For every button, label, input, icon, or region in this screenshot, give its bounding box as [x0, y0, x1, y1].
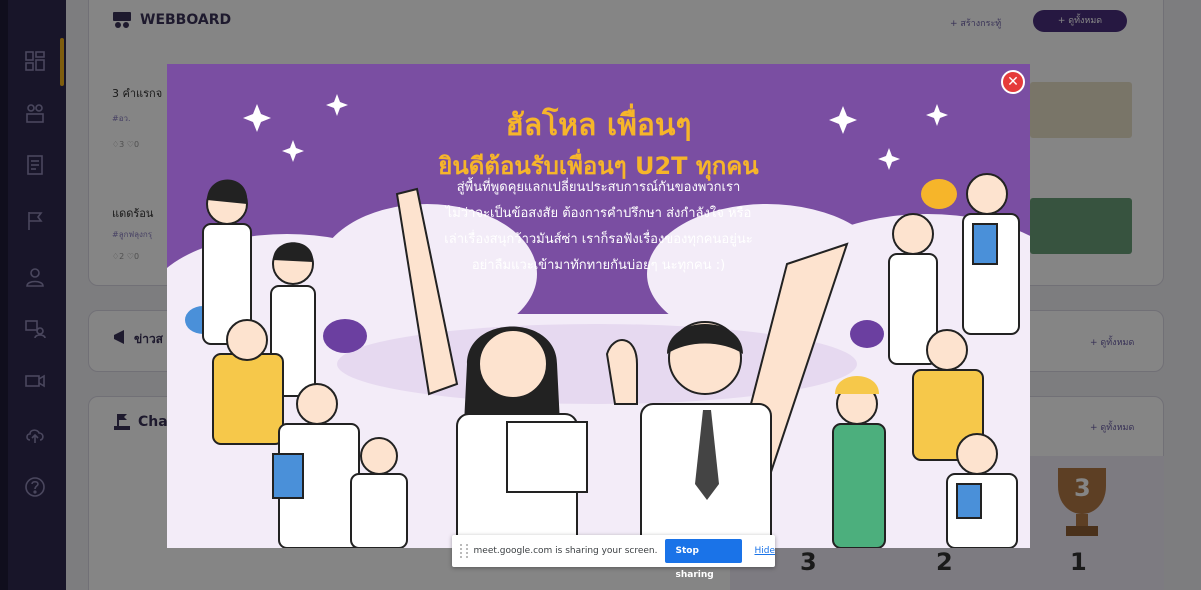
modal-close-button[interactable]: ✕	[1001, 70, 1025, 94]
drag-handle-icon[interactable]	[460, 544, 468, 558]
welcome-body-line: ไม่ว่าจะเป็นข้อสงสัย ต้องการคำปรึกษา ส่ง…	[445, 206, 752, 221]
welcome-title: ฮัลโหล เพื่อนๆ	[505, 108, 692, 143]
share-message: meet.google.com is sharing your screen.	[473, 546, 658, 556]
welcome-body-line: เล่าเรื่องสนุกว้าวมันส์ซ่า เราก็รอฟังเรื…	[444, 232, 753, 247]
close-icon: ✕	[1007, 74, 1019, 90]
welcome-modal: ฮัลโหล เพื่อนๆ ยินดีต้อนรับเพื่อนๆ U2T ท…	[167, 64, 1030, 548]
screen-share-bar: meet.google.com is sharing your screen. …	[452, 535, 775, 580]
welcome-body-line: อย่าลืมแวะเข้ามาทักทายกันบ่อยๆ นะทุกคน :…	[471, 258, 726, 273]
stop-sharing-button[interactable]: Stop sharing	[665, 539, 743, 580]
welcome-body-line: สู่พื้นที่พูดคุยแลกเปลี่ยนประสบการณ์กันข…	[456, 180, 741, 195]
hide-link[interactable]: Hide	[754, 546, 775, 556]
